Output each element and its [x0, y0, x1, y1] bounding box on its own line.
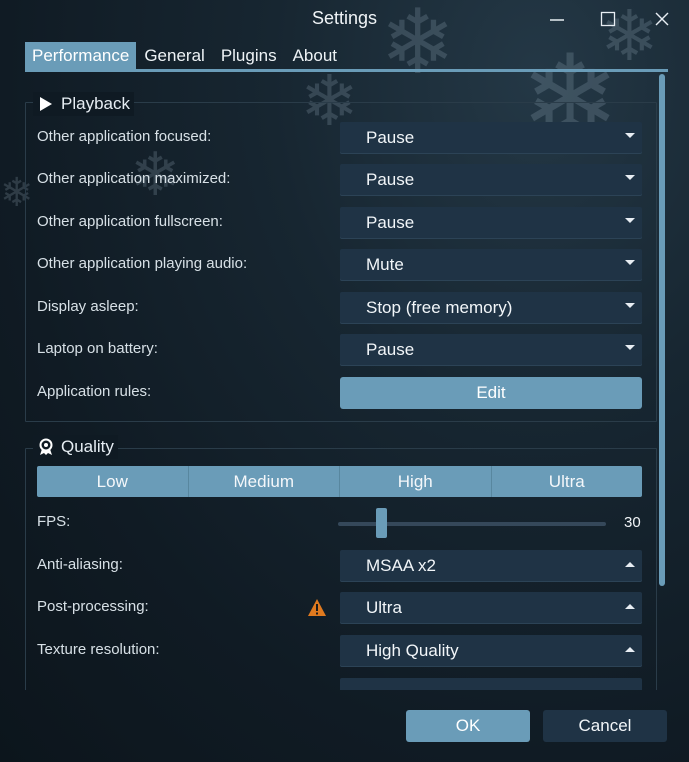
edit-rules-button[interactable]: Edit: [340, 377, 642, 409]
quality-legend: Quality: [33, 435, 118, 459]
preset-high-button[interactable]: High: [340, 466, 492, 497]
minimize-button[interactable]: [542, 6, 572, 32]
select-value: Pause: [366, 340, 415, 359]
quality-preset-bar: Low Medium High Ultra: [37, 466, 642, 497]
close-icon: [655, 12, 669, 26]
preset-ultra-button[interactable]: Ultra: [492, 466, 643, 497]
row-laptop-battery: Laptop on battery: Pause: [37, 334, 643, 366]
play-icon: [37, 95, 55, 113]
chevron-down-icon: [625, 303, 635, 308]
chevron-down-icon: [625, 345, 635, 350]
performance-panel: Playback Other application focused: Paus…: [25, 80, 657, 690]
select-value: Pause: [366, 170, 415, 189]
chevron-up-icon: [625, 604, 635, 609]
chevron-down-icon: [625, 218, 635, 223]
tab-plugins[interactable]: Plugins: [213, 42, 285, 70]
chevron-down-icon: [625, 260, 635, 265]
quality-title: Quality: [61, 437, 114, 456]
cancel-button[interactable]: Cancel: [543, 710, 667, 742]
ok-button[interactable]: OK: [406, 710, 530, 742]
other-app-audio-select[interactable]: Mute: [340, 249, 642, 281]
row-label: FPS:: [37, 513, 71, 530]
select-value: Pause: [366, 128, 415, 147]
post-processing-select[interactable]: Ultra: [340, 592, 642, 624]
chevron-up-icon: [625, 647, 635, 652]
laptop-battery-select[interactable]: Pause: [340, 334, 642, 366]
texture-resolution-select[interactable]: High Quality: [340, 635, 642, 667]
tab-bar: Performance General Plugins About: [25, 42, 345, 70]
display-asleep-select[interactable]: Stop (free memory): [340, 292, 642, 324]
row-label: Other application playing audio:: [37, 255, 248, 272]
row-anti-aliasing: Anti-aliasing: MSAA x2: [37, 550, 643, 582]
chevron-down-icon: [625, 133, 635, 138]
tab-underline: [25, 69, 668, 72]
select-value: Mute: [366, 255, 404, 274]
row-clipped-next: [37, 678, 643, 690]
other-app-maximized-select[interactable]: Pause: [340, 164, 642, 196]
playback-legend: Playback: [33, 92, 134, 116]
row-other-app-audio: Other application playing audio: Mute: [37, 249, 643, 281]
row-label: Other application fullscreen:: [37, 213, 223, 230]
tab-about[interactable]: About: [285, 42, 345, 70]
row-other-app-maximized: Other application maximized: Pause: [37, 164, 643, 196]
row-label: Post-processing:: [37, 598, 149, 615]
settings-window: ❄ ❄ ❄ ❄ ❄ ❄ Settings Performance General…: [0, 0, 689, 762]
fps-value: 30: [624, 514, 641, 531]
preset-low-button[interactable]: Low: [37, 466, 189, 497]
minimize-icon: [550, 19, 564, 21]
row-other-app-fullscreen: Other application fullscreen: Pause: [37, 207, 643, 239]
chevron-down-icon: [625, 175, 635, 180]
scrollbar[interactable]: [659, 74, 665, 586]
row-other-app-focused: Other application focused: Pause: [37, 122, 643, 154]
row-display-asleep: Display asleep: Stop (free memory): [37, 292, 643, 324]
row-label: Texture resolution:: [37, 641, 160, 658]
row-application-rules: Application rules: Edit: [37, 377, 643, 409]
select-value: Ultra: [366, 598, 402, 617]
fps-slider-handle[interactable]: [376, 508, 387, 538]
window-title: Settings: [311, 8, 378, 28]
award-ribbon-icon: [37, 438, 55, 456]
title-bar[interactable]: Settings: [0, 0, 689, 38]
row-label: Application rules:: [37, 383, 152, 400]
preset-medium-button[interactable]: Medium: [189, 466, 340, 497]
anti-aliasing-select[interactable]: MSAA x2: [340, 550, 642, 582]
close-button[interactable]: [647, 6, 677, 32]
select-value: Pause: [366, 213, 415, 232]
tab-performance[interactable]: Performance: [25, 42, 137, 70]
row-fps: FPS: 30: [37, 507, 643, 539]
select-value: Stop (free memory): [366, 298, 513, 317]
playback-title: Playback: [61, 94, 130, 113]
chevron-up-icon: [625, 562, 635, 567]
tab-general[interactable]: General: [136, 42, 212, 70]
warning-icon: [308, 599, 326, 616]
select-value: MSAA x2: [366, 556, 436, 575]
row-label: Anti-aliasing:: [37, 556, 123, 573]
select-value: High Quality: [366, 641, 459, 660]
other-app-focused-select[interactable]: Pause: [340, 122, 642, 154]
other-app-fullscreen-select[interactable]: Pause: [340, 207, 642, 239]
row-texture-resolution: Texture resolution: High Quality: [37, 635, 643, 667]
row-label: Laptop on battery:: [37, 340, 158, 357]
clipped-select[interactable]: [340, 678, 642, 690]
maximize-icon: [600, 11, 616, 27]
maximize-button[interactable]: [593, 6, 623, 32]
row-post-processing: Post-processing: Ultra: [37, 592, 643, 624]
row-label: Other application maximized:: [37, 170, 231, 187]
row-label: Other application focused:: [37, 128, 212, 145]
row-label: Display asleep:: [37, 298, 139, 315]
